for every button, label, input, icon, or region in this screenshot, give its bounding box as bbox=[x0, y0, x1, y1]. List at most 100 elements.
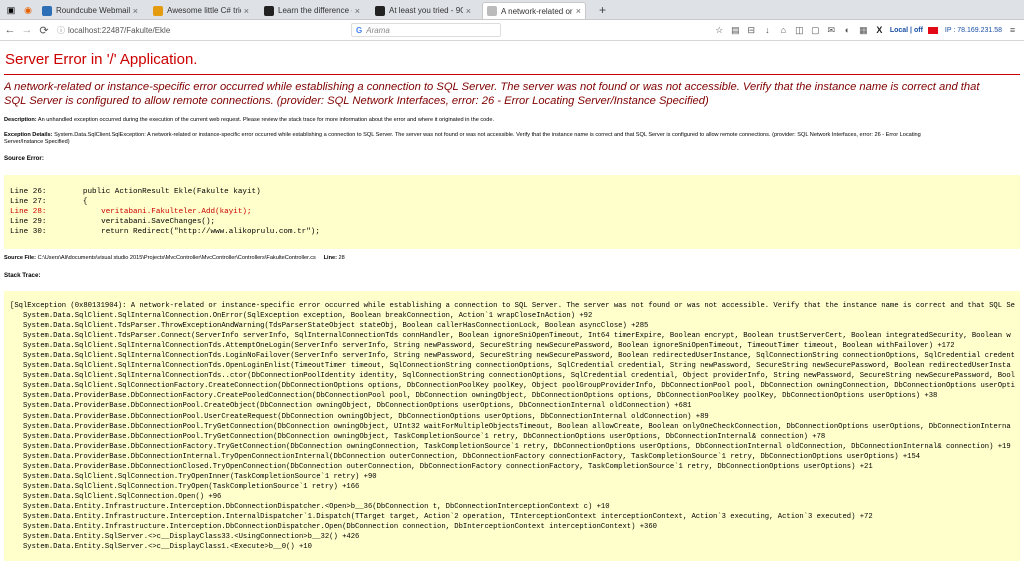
tab-4[interactable]: At least you tried - 9GAG× bbox=[371, 2, 475, 19]
code-line: Line 29: veritabani.SaveChanges(); bbox=[10, 218, 216, 226]
description-text: An unhandled exception occurred during t… bbox=[37, 117, 495, 123]
search-input[interactable]: G Arama bbox=[351, 23, 501, 37]
error-message: A network-related or instance-specific e… bbox=[4, 81, 1020, 108]
code-line: Line 30: return Redirect("http://www.ali… bbox=[10, 228, 320, 236]
close-tab-icon[interactable]: × bbox=[244, 6, 249, 16]
exception-text-2: Server/Instance Specified) bbox=[4, 139, 70, 145]
source-file-path: C:\Users\Ali\documents\visual studio 201… bbox=[37, 255, 316, 261]
navigation-toolbar: ← → ⟳ ⓘ localhost:22487/Fakulte/Ekle G A… bbox=[0, 20, 1024, 41]
exception-text-1: System.Data.SqlClient.SqlException: A ne… bbox=[54, 132, 921, 138]
page-content: Server Error in '/' Application. A netwo… bbox=[0, 51, 1024, 561]
title-divider bbox=[4, 74, 1020, 75]
9gag-icon bbox=[375, 5, 385, 16]
stack-line: System.Data.SqlClient.TdsParser.Connect(… bbox=[10, 332, 1011, 341]
stack-line: System.Data.Entity.SqlServer.<>c__Displa… bbox=[10, 533, 360, 542]
toolbar-icons: ☆ ▤ ⊟ ↓ ⌂ ◫ ▢ ✉ ◐ ▦ X Local | off IP : 7… bbox=[714, 25, 1024, 36]
stack-line: System.Data.SqlClient.SqlInternalConnect… bbox=[10, 362, 1011, 371]
code-line: Line 28: veritabani.Fakulteler.Add(kayit… bbox=[10, 208, 252, 216]
stack-line: System.Data.SqlClient.SqlInternalConnect… bbox=[10, 342, 955, 351]
stack-line: System.Data.Entity.SqlServer.<>c__Displa… bbox=[10, 543, 312, 552]
bookmarks-icon[interactable]: ⊟ bbox=[746, 25, 757, 36]
stack-line: System.Data.ProviderBase.DbConnectionInt… bbox=[10, 452, 921, 461]
stack-line: System.Data.ProviderBase.DbConnectionPoo… bbox=[10, 432, 826, 441]
tab-3[interactable]: Learn the difference - 9GAG× bbox=[260, 2, 364, 19]
source-error-label: Source Error: bbox=[4, 155, 44, 162]
stack-line: System.Data.SqlClient.SqlConnection.TryO… bbox=[10, 472, 377, 481]
local-off-extension[interactable]: Local | off bbox=[890, 27, 923, 34]
source-code-box: Line 26: public ActionResult Ekle(Fakult… bbox=[4, 175, 1020, 249]
close-tab-icon[interactable]: × bbox=[355, 6, 360, 16]
download-icon[interactable]: ↓ bbox=[762, 25, 773, 35]
address-text: localhost:22487/Fakulte/Ekle bbox=[68, 25, 171, 35]
reading-list-icon[interactable]: ▤ bbox=[730, 25, 741, 36]
exception-label: Exception Details: bbox=[4, 132, 53, 138]
stack-line: System.Data.ProviderBase.DbConnectionPoo… bbox=[10, 412, 709, 421]
close-tab-icon[interactable]: × bbox=[576, 6, 581, 16]
stack-line: System.Data.SqlClient.SqlConnection.Open… bbox=[10, 492, 222, 501]
menu-icon[interactable]: ≡ bbox=[1007, 25, 1018, 35]
bookmark-star-icon[interactable]: ☆ bbox=[714, 25, 725, 36]
stack-line: System.Data.SqlClient.SqlConnection.TryO… bbox=[10, 482, 360, 491]
address-bar[interactable]: ⓘ localhost:22487/Fakulte/Ekle bbox=[57, 23, 347, 37]
home-icon[interactable]: ⌂ bbox=[778, 25, 789, 35]
tab-strip: ▣ ◉ Roundcube Webmail :: Ge...× Awesome l… bbox=[0, 0, 1024, 20]
stack-line: System.Data.SqlClient.SqlConnectionFacto… bbox=[10, 382, 1015, 391]
tab-overview-icon[interactable]: ▣ bbox=[4, 2, 18, 19]
close-tab-icon[interactable]: × bbox=[133, 6, 138, 16]
stack-line: System.Data.SqlClient.SqlInternalConnect… bbox=[10, 352, 1015, 361]
stack-line: System.Data.ProviderBase.DbConnectionFac… bbox=[10, 442, 1011, 451]
stack-line: System.Data.Entity.Infrastructure.Interc… bbox=[10, 523, 657, 532]
tab-label: At least you tried - 9GAG bbox=[389, 6, 463, 15]
page-icon bbox=[487, 6, 497, 16]
ip-display: IP : 78.169.231.58 bbox=[944, 26, 1002, 34]
back-button[interactable]: ← bbox=[3, 24, 17, 36]
sync-icon[interactable]: ◐ bbox=[842, 25, 853, 35]
stack-line: System.Data.Entity.Infrastructure.Interc… bbox=[10, 512, 873, 521]
search-placeholder: Arama bbox=[366, 25, 390, 35]
line-number: 28 bbox=[338, 255, 345, 261]
tab-list: Roundcube Webmail :: Ge...× Awesome littl… bbox=[38, 2, 593, 19]
mail-icon bbox=[42, 5, 52, 16]
stack-line: System.Data.SqlClient.SqlInternalConnect… bbox=[10, 312, 593, 321]
stack-line: System.Data.ProviderBase.DbConnectionPoo… bbox=[10, 402, 692, 411]
tab-1[interactable]: Roundcube Webmail :: Ge...× bbox=[38, 2, 142, 19]
new-tab-button[interactable]: + bbox=[593, 2, 612, 19]
pocket-icon[interactable]: ◫ bbox=[794, 25, 805, 36]
screenshot-icon[interactable]: ▢ bbox=[810, 25, 821, 36]
stack-line: System.Data.SqlClient.SqlInternalConnect… bbox=[10, 372, 1015, 381]
turkey-flag-icon bbox=[927, 26, 938, 34]
description: Description: An unhandled exception occu… bbox=[4, 117, 1020, 124]
tab-5[interactable]: A network-related or insta...× bbox=[482, 2, 586, 19]
source-file-info: Source File: C:\Users\Ali\documents\visu… bbox=[4, 255, 1020, 261]
stack-line: System.Data.ProviderBase.DbConnectionClo… bbox=[10, 462, 873, 471]
stack-line: [SqlException (0x80131904): A network-re… bbox=[10, 302, 1015, 310]
google-icon: G bbox=[356, 25, 363, 35]
tab-2[interactable]: Awesome little C# tricks - ...× bbox=[149, 2, 253, 19]
error-line-2: SQL Server is configured to allow remote… bbox=[4, 94, 709, 107]
stack-line: System.Data.ProviderBase.DbConnectionPoo… bbox=[10, 422, 1011, 431]
exception-details: Exception Details: System.Data.SqlClient… bbox=[4, 132, 1020, 146]
page-title: Server Error in '/' Application. bbox=[5, 51, 198, 68]
source-file-label: Source File: bbox=[4, 255, 37, 261]
code-line: Line 26: public ActionResult Ekle(Fakult… bbox=[10, 188, 261, 196]
addon-icon[interactable]: ▦ bbox=[858, 25, 869, 36]
9gag-icon bbox=[264, 5, 274, 16]
stack-line: System.Data.SqlClient.TdsParser.ThrowExc… bbox=[10, 322, 649, 331]
forward-button[interactable]: → bbox=[20, 24, 34, 36]
close-x-icon[interactable]: X bbox=[874, 25, 885, 35]
stack-line: System.Data.ProviderBase.DbConnectionFac… bbox=[10, 392, 938, 401]
tab-label: A network-related or insta... bbox=[501, 6, 573, 16]
tab-label: Awesome little C# tricks - ... bbox=[167, 6, 241, 15]
stack-trace-box: [SqlException (0x80131904): A network-re… bbox=[4, 291, 1020, 561]
bookmark-icon bbox=[153, 5, 163, 16]
line-label: Line: bbox=[323, 255, 337, 261]
close-tab-icon[interactable]: × bbox=[466, 6, 471, 16]
extension-icon[interactable]: ✉ bbox=[826, 25, 837, 36]
stack-line: System.Data.Entity.Infrastructure.Interc… bbox=[10, 502, 610, 511]
tab-label: Learn the difference - 9GAG bbox=[278, 6, 352, 15]
description-label: Description: bbox=[4, 117, 37, 123]
reload-button[interactable]: ⟳ bbox=[37, 24, 51, 37]
browser-logo-icon: ◉ bbox=[24, 5, 32, 15]
stack-trace-label: Stack Trace: bbox=[4, 272, 41, 279]
info-icon[interactable]: ⓘ bbox=[57, 25, 65, 36]
